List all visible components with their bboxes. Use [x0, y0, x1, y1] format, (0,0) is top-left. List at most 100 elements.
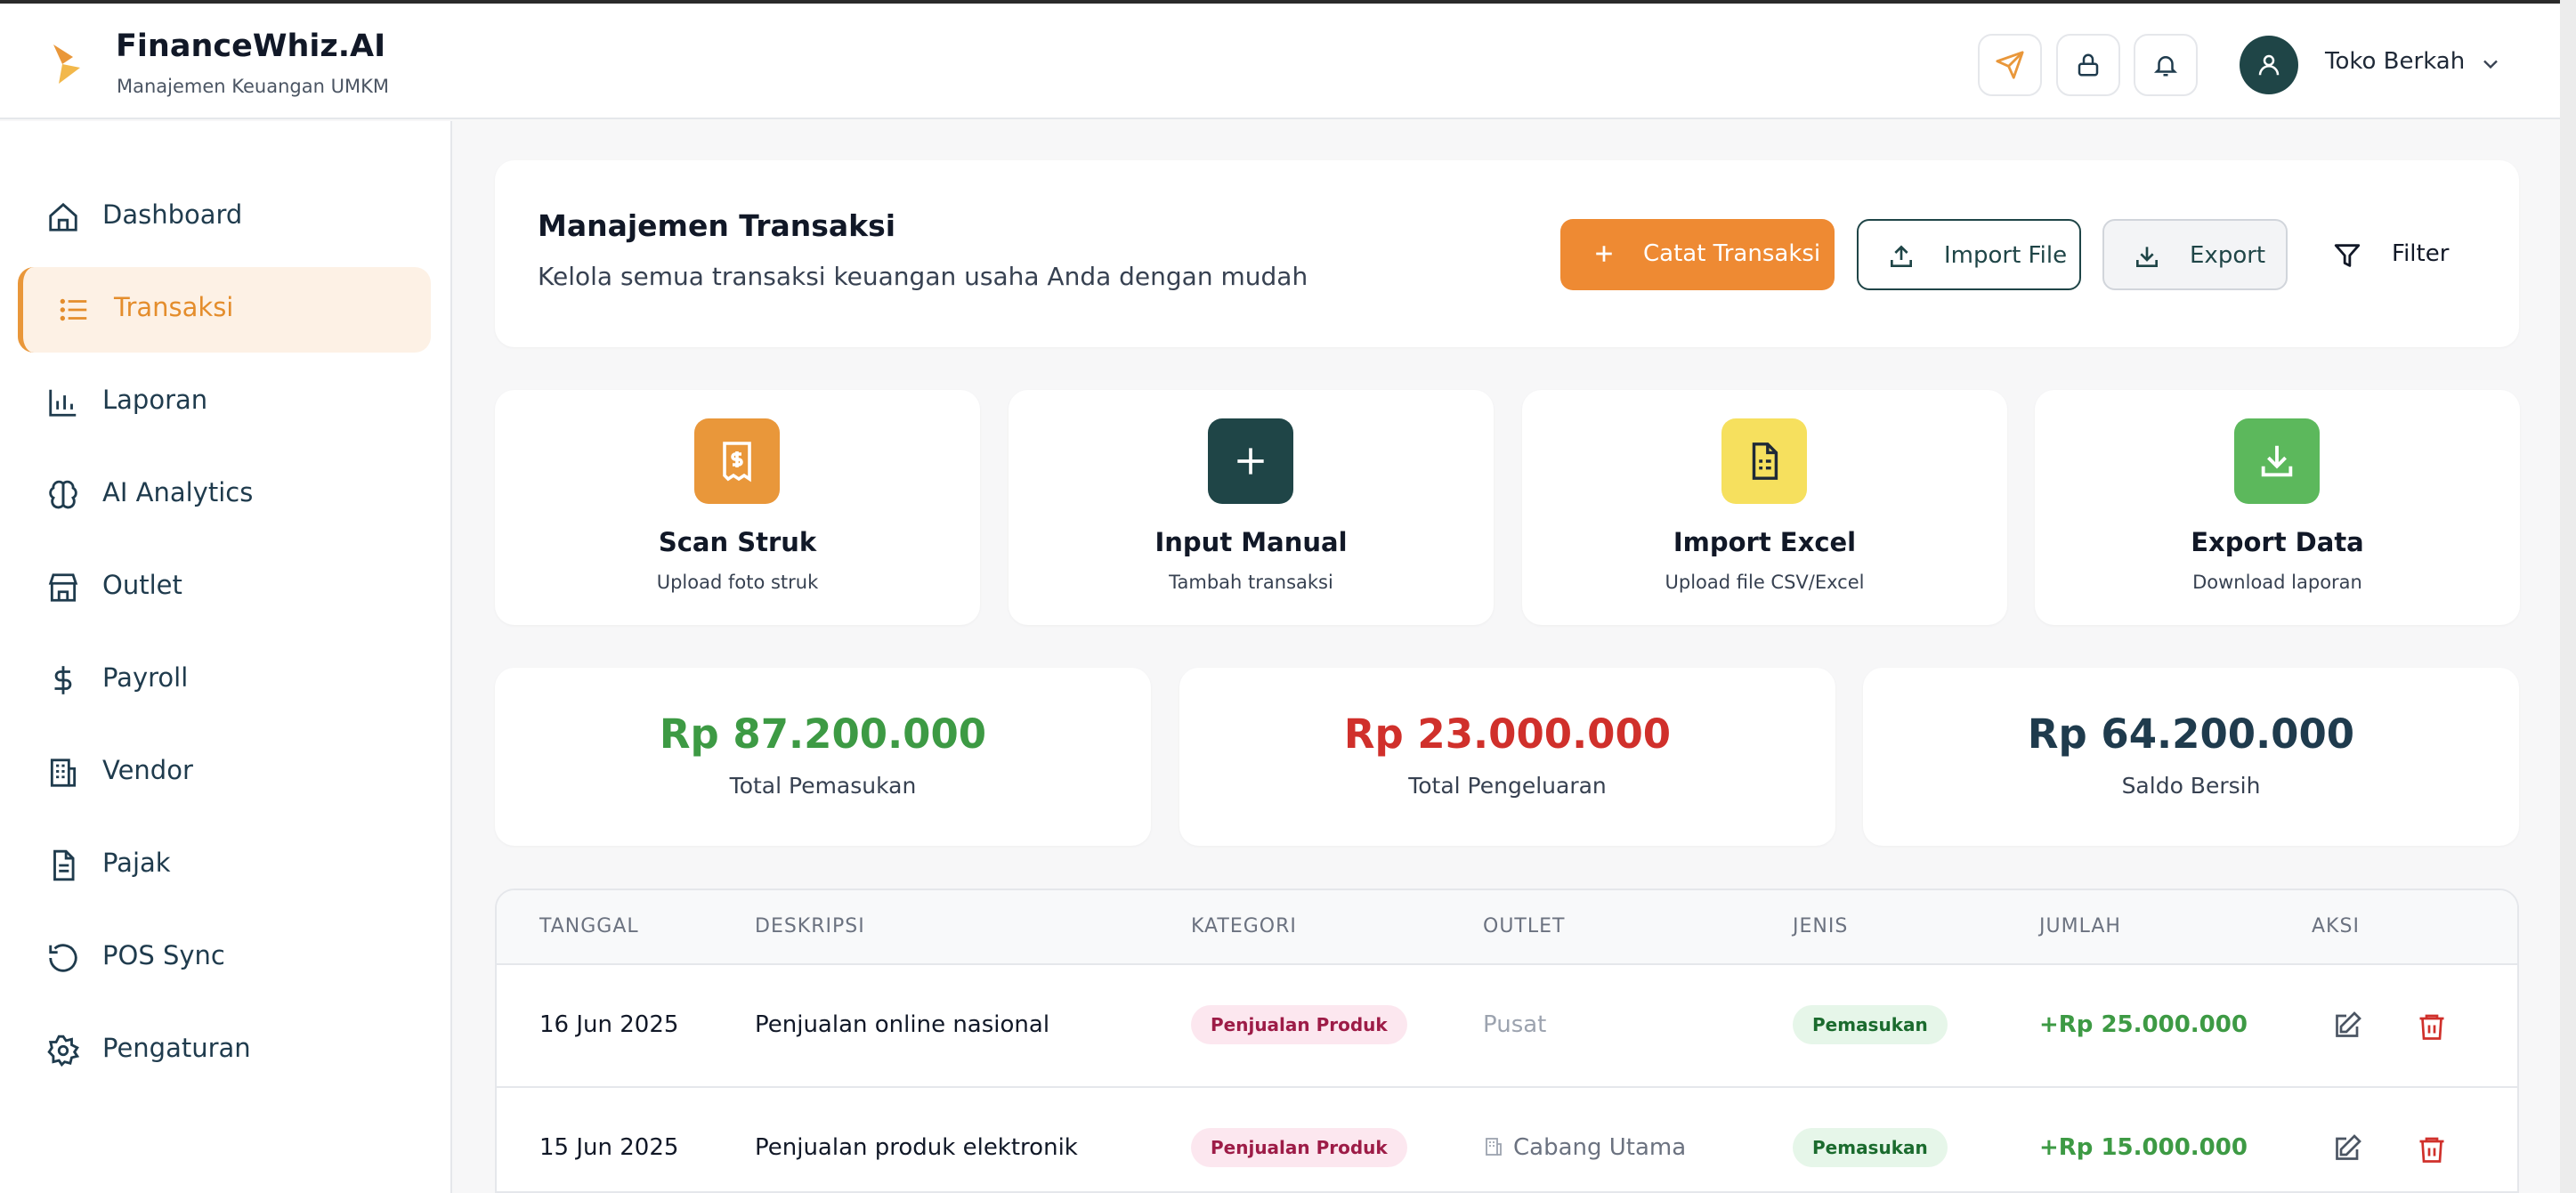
spreadsheet-icon — [1752, 442, 1778, 480]
bell-icon — [2153, 56, 2178, 77]
cell-date: 16 Jun 2025 — [539, 1011, 679, 1038]
column-header-type[interactable]: JENIS — [1793, 915, 1848, 937]
lock-icon — [2078, 53, 2099, 77]
quick-action-icon — [694, 418, 780, 504]
sidebar-item-pajak[interactable]: Pajak — [18, 823, 431, 908]
cell-outlet: Cabang Utama — [1513, 1134, 1687, 1161]
stat-value: Rp 64.200.000 — [2027, 710, 2355, 758]
trash-icon[interactable] — [2416, 1133, 2448, 1165]
page-title: Manajemen Transaksi — [538, 208, 896, 243]
category-badge: Penjualan Produk — [1191, 1005, 1407, 1044]
scrollbar[interactable] — [2560, 0, 2576, 1193]
stat-label: Total Pengeluaran — [1408, 773, 1607, 799]
document-icon — [53, 849, 75, 881]
logo-icon — [53, 45, 80, 84]
app-title: FinanceWhiz.AI — [116, 28, 386, 64]
import-file-label: Import File — [1944, 242, 2068, 269]
send-button[interactable] — [1978, 34, 2042, 96]
quick-action-icon — [2234, 418, 2320, 504]
quick-action-icon — [1208, 418, 1293, 504]
sidebar-item-outlet[interactable]: Outlet — [18, 545, 431, 630]
cell-outlet: Pusat — [1483, 1011, 1547, 1038]
filter-button[interactable]: Filter — [2332, 219, 2466, 290]
quick-action-subtitle: Tambah transaksi — [1169, 572, 1333, 593]
sidebar-item-label: AI Analytics — [102, 477, 254, 507]
import-file-button[interactable]: Import File — [1857, 219, 2081, 290]
quick-action-import-excel[interactable]: Import Excel Upload file CSV/Excel — [1522, 390, 2007, 625]
building-icon — [50, 759, 77, 787]
quick-action-title: Import Excel — [1673, 527, 1857, 557]
column-header-description[interactable]: DESKRIPSI — [755, 915, 865, 937]
filter-label: Filter — [2392, 240, 2450, 267]
column-header-date[interactable]: TANGGAL — [539, 915, 639, 937]
sidebar-item-ai-analytics[interactable]: AI Analytics — [18, 452, 431, 538]
column-header-amount[interactable]: JUMLAH — [2039, 915, 2121, 937]
quick-action-subtitle: Upload file CSV/Excel — [1665, 572, 1865, 593]
plus-icon — [1237, 448, 1264, 475]
notification-button[interactable] — [2134, 34, 2198, 96]
sidebar-item-pengaturan[interactable]: Pengaturan — [18, 1008, 431, 1093]
plus-icon — [1596, 246, 1612, 262]
user-name[interactable]: Toko Berkah — [2325, 48, 2465, 75]
column-header-actions: AKSI — [2312, 915, 2360, 937]
column-header-outlet[interactable]: OUTLET — [1483, 915, 1565, 937]
sidebar-item-label: Laporan — [102, 385, 208, 415]
export-button[interactable]: Export — [2102, 219, 2288, 290]
list-icon — [60, 298, 87, 321]
stat-value: Rp 87.200.000 — [659, 710, 987, 758]
stat-net-balance: Rp 64.200.000 Saldo Bersih — [1863, 668, 2519, 846]
sidebar-item-laporan[interactable]: Laporan — [18, 360, 431, 445]
download-icon — [2261, 445, 2293, 477]
chevron-down-icon[interactable] — [2478, 52, 2503, 77]
table-row[interactable]: 15 Jun 2025 Penjualan produk elektronik … — [497, 1088, 2517, 1191]
bar-chart-icon — [49, 389, 77, 417]
brain-icon — [49, 480, 77, 509]
quick-action-manual-input[interactable]: Input Manual Tambah transaksi — [1009, 390, 1494, 625]
column-header-category[interactable]: KATEGORI — [1191, 915, 1297, 937]
page-subtitle: Kelola semua transaksi keuangan usaha An… — [538, 262, 1308, 291]
add-transaction-label: Catat Transaksi — [1643, 240, 1821, 267]
lock-button[interactable] — [2056, 34, 2120, 96]
home-icon — [49, 202, 77, 231]
avatar[interactable] — [2240, 36, 2298, 94]
download-icon — [2136, 247, 2158, 267]
stat-label: Total Pemasukan — [729, 773, 917, 799]
sidebar-item-dashboard[interactable]: Dashboard — [18, 174, 431, 260]
sidebar-item-label: Payroll — [102, 662, 189, 693]
sidebar-item-label: POS Sync — [102, 940, 225, 970]
building-icon — [1486, 1138, 1502, 1156]
sidebar-item-label: Pengaturan — [102, 1033, 251, 1063]
stat-value: Rp 23.000.000 — [1343, 710, 1672, 758]
sidebar-item-vendor[interactable]: Vendor — [18, 730, 431, 816]
export-label: Export — [2190, 242, 2266, 269]
sidebar-item-transaksi[interactable]: Transaksi — [18, 267, 431, 353]
dollar-icon — [54, 666, 72, 694]
quick-action-scan-receipt[interactable]: Scan Struk Upload foto struk — [495, 390, 980, 625]
quick-action-title: Input Manual — [1154, 527, 1348, 557]
sidebar-item-payroll[interactable]: Payroll — [18, 637, 431, 723]
quick-action-subtitle: Download laporan — [2192, 572, 2362, 593]
sidebar-item-label: Pajak — [102, 848, 171, 878]
sidebar: Dashboard Transaksi Laporan AI Analytics… — [0, 121, 452, 1193]
sidebar-item-label: Outlet — [102, 570, 182, 600]
top-bar: FinanceWhiz.AI Manajemen Keuangan UMKM T… — [0, 0, 2576, 119]
table-header: TANGGAL DESKRIPSI KATEGORI OUTLET JENIS … — [497, 890, 2517, 965]
stat-total-income: Rp 87.200.000 Total Pemasukan — [495, 668, 1151, 846]
add-transaction-button[interactable]: Catat Transaksi — [1560, 219, 1835, 290]
quick-action-title: Scan Struk — [658, 527, 817, 557]
edit-icon[interactable] — [2330, 1133, 2362, 1165]
stat-total-expense: Rp 23.000.000 Total Pengeluaran — [1179, 668, 1835, 846]
receipt-icon — [723, 442, 751, 483]
app-subtitle: Manajemen Keuangan UMKM — [117, 76, 389, 97]
transactions-table: TANGGAL DESKRIPSI KATEGORI OUTLET JENIS … — [495, 889, 2519, 1193]
edit-icon[interactable] — [2330, 1010, 2362, 1043]
sidebar-item-pos-sync[interactable]: POS Sync — [18, 915, 431, 1001]
quick-action-subtitle: Upload foto struk — [656, 572, 819, 593]
quick-action-export-data[interactable]: Export Data Download laporan — [2035, 390, 2520, 625]
quick-action-icon — [1721, 418, 1807, 504]
trash-icon[interactable] — [2416, 1010, 2448, 1043]
send-icon — [1996, 51, 2024, 79]
cell-description: Penjualan online nasional — [755, 1011, 1050, 1038]
refresh-icon — [49, 944, 77, 972]
table-row[interactable]: 16 Jun 2025 Penjualan online nasional Pe… — [497, 965, 2517, 1088]
